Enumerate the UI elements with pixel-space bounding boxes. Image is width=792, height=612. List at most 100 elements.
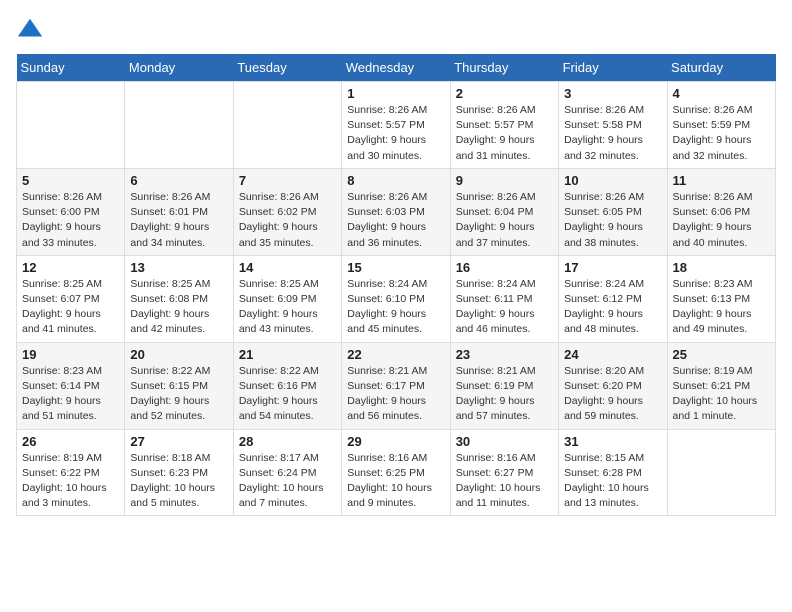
calendar-week-row: 1 Sunrise: 8:26 AM Sunset: 5:57 PM Daylig… — [17, 82, 776, 169]
day-number: 1 — [347, 86, 444, 101]
calendar-cell: 6 Sunrise: 8:26 AM Sunset: 6:01 PM Daylig… — [125, 168, 233, 255]
cell-daylight-info: Sunrise: 8:26 AM Sunset: 6:00 PM Dayligh… — [22, 190, 119, 251]
day-number: 30 — [456, 434, 553, 449]
calendar-cell: 31 Sunrise: 8:15 AM Sunset: 6:28 PM Dayli… — [559, 429, 667, 516]
calendar-cell: 7Sunrise: 8:26 AM Sunset: 6:02 PM Daylig… — [233, 168, 341, 255]
logo — [16, 16, 48, 44]
cell-daylight-info: Sunrise: 8:16 AM Sunset: 6:25 PM Dayligh… — [347, 451, 444, 512]
day-number: 25 — [673, 347, 770, 362]
day-number: 27 — [130, 434, 227, 449]
day-header-friday: Friday — [559, 54, 667, 82]
calendar-cell: 10 Sunrise: 8:26 AM Sunset: 6:05 PM Dayli… — [559, 168, 667, 255]
cell-daylight-info: Sunrise: 8:26 AM Sunset: 6:06 PM Dayligh… — [673, 190, 770, 251]
day-number: 17 — [564, 260, 661, 275]
calendar-cell: 18 Sunrise: 8:23 AM Sunset: 6:13 PM Dayli… — [667, 255, 775, 342]
cell-daylight-info: Sunrise: 8:25 AM Sunset: 6:09 PM Dayligh… — [239, 277, 336, 338]
cell-daylight-info: Sunrise: 8:22 AM Sunset: 6:16 PM Dayligh… — [239, 364, 336, 425]
calendar-cell: 21 Sunrise: 8:22 AM Sunset: 6:16 PM Dayli… — [233, 342, 341, 429]
day-header-wednesday: Wednesday — [342, 54, 450, 82]
day-number: 26 — [22, 434, 119, 449]
day-header-sunday: Sunday — [17, 54, 125, 82]
calendar-cell: 13Sunrise: 8:25 AM Sunset: 6:08 PM Dayli… — [125, 255, 233, 342]
cell-daylight-info: Sunrise: 8:23 AM Sunset: 6:13 PM Dayligh… — [673, 277, 770, 338]
calendar-cell: 11 Sunrise: 8:26 AM Sunset: 6:06 PM Dayli… — [667, 168, 775, 255]
calendar-cell: 19 Sunrise: 8:23 AM Sunset: 6:14 PM Dayli… — [17, 342, 125, 429]
calendar-week-row: 26 Sunrise: 8:19 AM Sunset: 6:22 PM Dayli… — [17, 429, 776, 516]
page-header — [16, 16, 776, 44]
cell-daylight-info: Sunrise: 8:16 AM Sunset: 6:27 PM Dayligh… — [456, 451, 553, 512]
calendar-cell: 8Sunrise: 8:26 AM Sunset: 6:03 PM Daylig… — [342, 168, 450, 255]
calendar-cell: 3 Sunrise: 8:26 AM Sunset: 5:58 PM Daylig… — [559, 82, 667, 169]
logo-icon — [16, 16, 44, 44]
day-number: 6 — [130, 173, 227, 188]
calendar-cell: 25Sunrise: 8:19 AM Sunset: 6:21 PM Dayli… — [667, 342, 775, 429]
day-number: 24 — [564, 347, 661, 362]
cell-daylight-info: Sunrise: 8:26 AM Sunset: 5:57 PM Dayligh… — [456, 103, 553, 164]
day-number: 21 — [239, 347, 336, 362]
cell-daylight-info: Sunrise: 8:20 AM Sunset: 6:20 PM Dayligh… — [564, 364, 661, 425]
calendar-cell: 22Sunrise: 8:21 AM Sunset: 6:17 PM Dayli… — [342, 342, 450, 429]
day-header-saturday: Saturday — [667, 54, 775, 82]
calendar-cell: 16Sunrise: 8:24 AM Sunset: 6:11 PM Dayli… — [450, 255, 558, 342]
calendar-cell: 24 Sunrise: 8:20 AM Sunset: 6:20 PM Dayli… — [559, 342, 667, 429]
day-number: 23 — [456, 347, 553, 362]
day-number: 31 — [564, 434, 661, 449]
day-number: 14 — [239, 260, 336, 275]
day-number: 10 — [564, 173, 661, 188]
cell-daylight-info: Sunrise: 8:24 AM Sunset: 6:10 PM Dayligh… — [347, 277, 444, 338]
day-number: 11 — [673, 173, 770, 188]
cell-daylight-info: Sunrise: 8:26 AM Sunset: 6:02 PM Dayligh… — [239, 190, 336, 251]
cell-daylight-info: Sunrise: 8:23 AM Sunset: 6:14 PM Dayligh… — [22, 364, 119, 425]
calendar-cell — [125, 82, 233, 169]
calendar-week-row: 12 Sunrise: 8:25 AM Sunset: 6:07 PM Dayli… — [17, 255, 776, 342]
day-header-thursday: Thursday — [450, 54, 558, 82]
day-header-tuesday: Tuesday — [233, 54, 341, 82]
cell-daylight-info: Sunrise: 8:25 AM Sunset: 6:08 PM Dayligh… — [130, 277, 227, 338]
day-number: 18 — [673, 260, 770, 275]
calendar-cell — [17, 82, 125, 169]
cell-daylight-info: Sunrise: 8:25 AM Sunset: 6:07 PM Dayligh… — [22, 277, 119, 338]
calendar-cell: 5Sunrise: 8:26 AM Sunset: 6:00 PM Daylig… — [17, 168, 125, 255]
calendar-cell: 9 Sunrise: 8:26 AM Sunset: 6:04 PM Daylig… — [450, 168, 558, 255]
calendar-cell — [233, 82, 341, 169]
calendar-week-row: 19 Sunrise: 8:23 AM Sunset: 6:14 PM Dayli… — [17, 342, 776, 429]
day-number: 16 — [456, 260, 553, 275]
calendar-cell: 29 Sunrise: 8:16 AM Sunset: 6:25 PM Dayli… — [342, 429, 450, 516]
day-number: 2 — [456, 86, 553, 101]
day-number: 20 — [130, 347, 227, 362]
calendar-header-row: SundayMondayTuesdayWednesdayThursdayFrid… — [17, 54, 776, 82]
calendar-cell: 27 Sunrise: 8:18 AM Sunset: 6:23 PM Dayli… — [125, 429, 233, 516]
calendar-cell: 28 Sunrise: 8:17 AM Sunset: 6:24 PM Dayli… — [233, 429, 341, 516]
day-number: 3 — [564, 86, 661, 101]
calendar-cell: 15 Sunrise: 8:24 AM Sunset: 6:10 PM Dayli… — [342, 255, 450, 342]
calendar-cell: 2 Sunrise: 8:26 AM Sunset: 5:57 PM Daylig… — [450, 82, 558, 169]
day-number: 15 — [347, 260, 444, 275]
calendar-cell: 26 Sunrise: 8:19 AM Sunset: 6:22 PM Dayli… — [17, 429, 125, 516]
day-number: 22 — [347, 347, 444, 362]
cell-daylight-info: Sunrise: 8:21 AM Sunset: 6:19 PM Dayligh… — [456, 364, 553, 425]
cell-daylight-info: Sunrise: 8:26 AM Sunset: 6:05 PM Dayligh… — [564, 190, 661, 251]
cell-daylight-info: Sunrise: 8:18 AM Sunset: 6:23 PM Dayligh… — [130, 451, 227, 512]
cell-daylight-info: Sunrise: 8:19 AM Sunset: 6:22 PM Dayligh… — [22, 451, 119, 512]
cell-daylight-info: Sunrise: 8:26 AM Sunset: 6:01 PM Dayligh… — [130, 190, 227, 251]
cell-daylight-info: Sunrise: 8:26 AM Sunset: 6:03 PM Dayligh… — [347, 190, 444, 251]
calendar-week-row: 5Sunrise: 8:26 AM Sunset: 6:00 PM Daylig… — [17, 168, 776, 255]
day-number: 9 — [456, 173, 553, 188]
calendar-cell: 20 Sunrise: 8:22 AM Sunset: 6:15 PM Dayli… — [125, 342, 233, 429]
calendar-cell: 14 Sunrise: 8:25 AM Sunset: 6:09 PM Dayli… — [233, 255, 341, 342]
calendar-cell: 30 Sunrise: 8:16 AM Sunset: 6:27 PM Dayli… — [450, 429, 558, 516]
day-header-monday: Monday — [125, 54, 233, 82]
cell-daylight-info: Sunrise: 8:24 AM Sunset: 6:12 PM Dayligh… — [564, 277, 661, 338]
day-number: 28 — [239, 434, 336, 449]
cell-daylight-info: Sunrise: 8:26 AM Sunset: 5:59 PM Dayligh… — [673, 103, 770, 164]
day-number: 19 — [22, 347, 119, 362]
calendar-cell — [667, 429, 775, 516]
cell-daylight-info: Sunrise: 8:26 AM Sunset: 5:58 PM Dayligh… — [564, 103, 661, 164]
cell-daylight-info: Sunrise: 8:17 AM Sunset: 6:24 PM Dayligh… — [239, 451, 336, 512]
day-number: 29 — [347, 434, 444, 449]
cell-daylight-info: Sunrise: 8:26 AM Sunset: 6:04 PM Dayligh… — [456, 190, 553, 251]
day-number: 12 — [22, 260, 119, 275]
calendar-cell: 1Sunrise: 8:26 AM Sunset: 5:57 PM Daylig… — [342, 82, 450, 169]
cell-daylight-info: Sunrise: 8:22 AM Sunset: 6:15 PM Dayligh… — [130, 364, 227, 425]
cell-daylight-info: Sunrise: 8:15 AM Sunset: 6:28 PM Dayligh… — [564, 451, 661, 512]
